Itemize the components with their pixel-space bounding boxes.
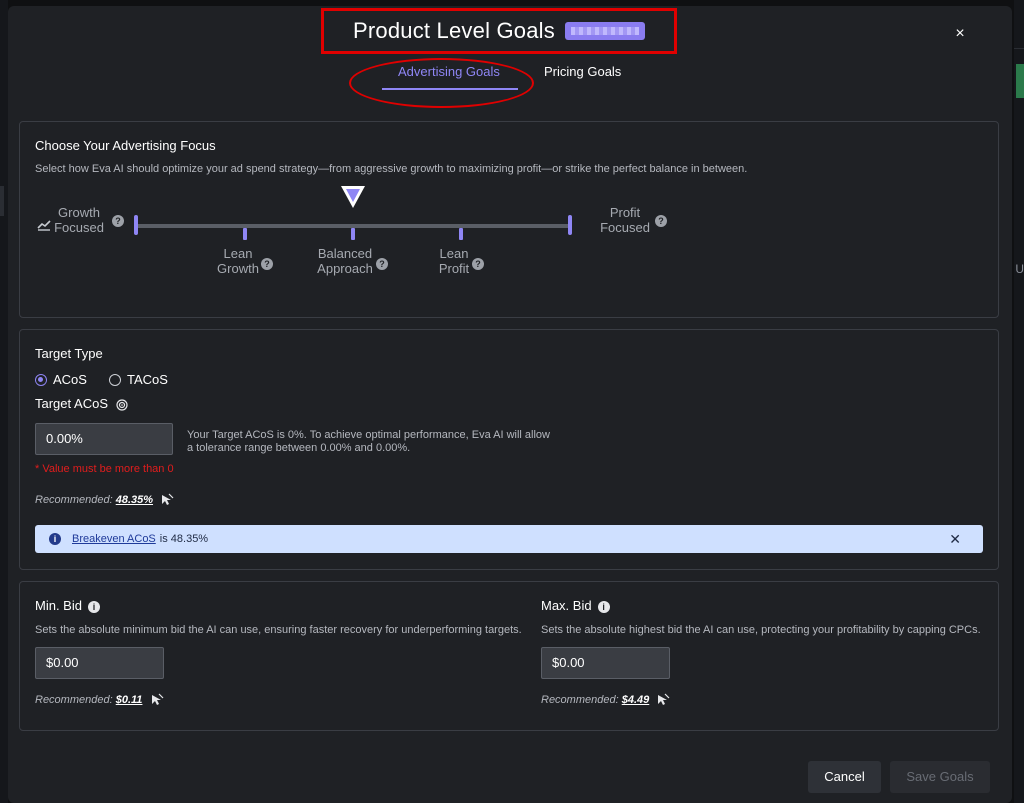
max-bid-description: Sets the absolute highest bid the AI can…	[541, 624, 981, 636]
min-bid-input[interactable]: $0.00	[35, 647, 164, 679]
breakeven-info-bar: i Breakeven ACoS is 48.35% ✕	[35, 525, 983, 553]
close-button[interactable]: ×	[950, 24, 970, 44]
radio-acos[interactable]	[35, 373, 47, 386]
radio-tacos-label[interactable]: TACoS	[127, 372, 168, 387]
radio-tacos[interactable]	[108, 373, 121, 386]
growth-icon	[37, 220, 51, 231]
max-bid-label: Max. Bid i	[541, 598, 610, 613]
advertising-focus-card: Choose Your Advertising Focus Select how…	[19, 121, 999, 318]
focus-heading: Choose Your Advertising Focus	[35, 138, 216, 153]
product-goals-modal: Product Level Goals × Advertising Goals …	[8, 6, 1012, 803]
recommended-min-bid-value[interactable]: $0.11	[116, 694, 143, 706]
slider-end-left[interactable]	[134, 215, 138, 235]
balanced-help-icon[interactable]: ?	[376, 258, 388, 270]
target-type-label: Target Type	[35, 346, 103, 361]
radio-acos-label[interactable]: ACoS	[53, 372, 87, 387]
min-bid-info-icon[interactable]: i	[87, 600, 100, 613]
focus-description: Select how Eva AI should optimize your a…	[35, 163, 748, 175]
title-highlight-box: Product Level Goals	[321, 8, 677, 54]
growth-help-icon[interactable]: ?	[112, 215, 124, 227]
product-id-badge	[564, 22, 645, 40]
background-page-right: U	[1014, 0, 1024, 803]
stop-label-balanced: Balanced Approach	[317, 246, 373, 276]
tolerance-note: Your Target ACoS is 0%. To achieve optim…	[187, 429, 550, 454]
info-icon: i	[49, 533, 61, 545]
recommended-max-bid: Recommended: $4.49	[541, 693, 670, 707]
growth-focused-label: Growth Focused	[54, 205, 104, 235]
slider-stop-lean-profit[interactable]	[459, 228, 463, 240]
stop-label-lean-profit: Lean Profit	[438, 246, 470, 276]
target-acos-label: Target ACoS	[35, 396, 128, 411]
slider-stop-lean-growth[interactable]	[243, 228, 247, 240]
acos-error-message: * Value must be more than 0	[35, 463, 174, 475]
max-bid-info-icon[interactable]: i	[597, 600, 610, 613]
recommended-max-bid-value[interactable]: $4.49	[622, 694, 650, 706]
recommended-acos: Recommended: 48.35%	[35, 493, 174, 507]
background-page-left	[0, 0, 8, 803]
target-type-options: ACoS TACoS	[35, 372, 168, 387]
modal-title: Product Level Goals	[353, 18, 555, 43]
target-type-card: Target Type ACoS TACoS Target ACoS 0.00%…	[19, 329, 999, 570]
stop-label-lean-growth: Lean Growth	[217, 246, 259, 276]
target-icon	[116, 398, 128, 411]
save-goals-button[interactable]: Save Goals	[890, 761, 990, 793]
profit-help-icon[interactable]: ?	[655, 215, 667, 227]
tab-highlight-ellipse	[349, 58, 534, 108]
breakeven-value-text: is 48.35%	[159, 533, 209, 545]
recommended-min-bid: Recommended: $0.11	[35, 693, 164, 707]
lean-profit-help-icon[interactable]: ?	[472, 258, 484, 270]
slider-end-right[interactable]	[568, 215, 572, 235]
min-bid-label: Min. Bid i	[35, 598, 100, 613]
breakeven-acos-link[interactable]: Breakeven ACoS	[72, 533, 156, 545]
slider-stop-balanced[interactable]	[351, 228, 355, 240]
min-bid-description: Sets the absolute minimum bid the AI can…	[35, 624, 522, 636]
apply-cursor-icon[interactable]	[160, 493, 174, 507]
apply-min-cursor-icon[interactable]	[150, 693, 164, 707]
max-bid-input[interactable]: $0.00	[541, 647, 670, 679]
profit-focused-label: Profit Focused	[600, 205, 650, 235]
apply-max-cursor-icon[interactable]	[656, 693, 670, 707]
info-close-icon[interactable]: ✕	[949, 531, 961, 548]
tab-pricing-goals[interactable]: Pricing Goals	[544, 64, 621, 79]
cancel-button[interactable]: Cancel	[808, 761, 881, 793]
slider-handle-marker[interactable]	[339, 184, 367, 210]
target-acos-input[interactable]: 0.00%	[35, 423, 173, 455]
bids-card: Min. Bid i Sets the absolute minimum bid …	[19, 581, 999, 731]
lean-growth-help-icon[interactable]: ?	[261, 258, 273, 270]
recommended-acos-value[interactable]: 48.35%	[116, 494, 153, 506]
